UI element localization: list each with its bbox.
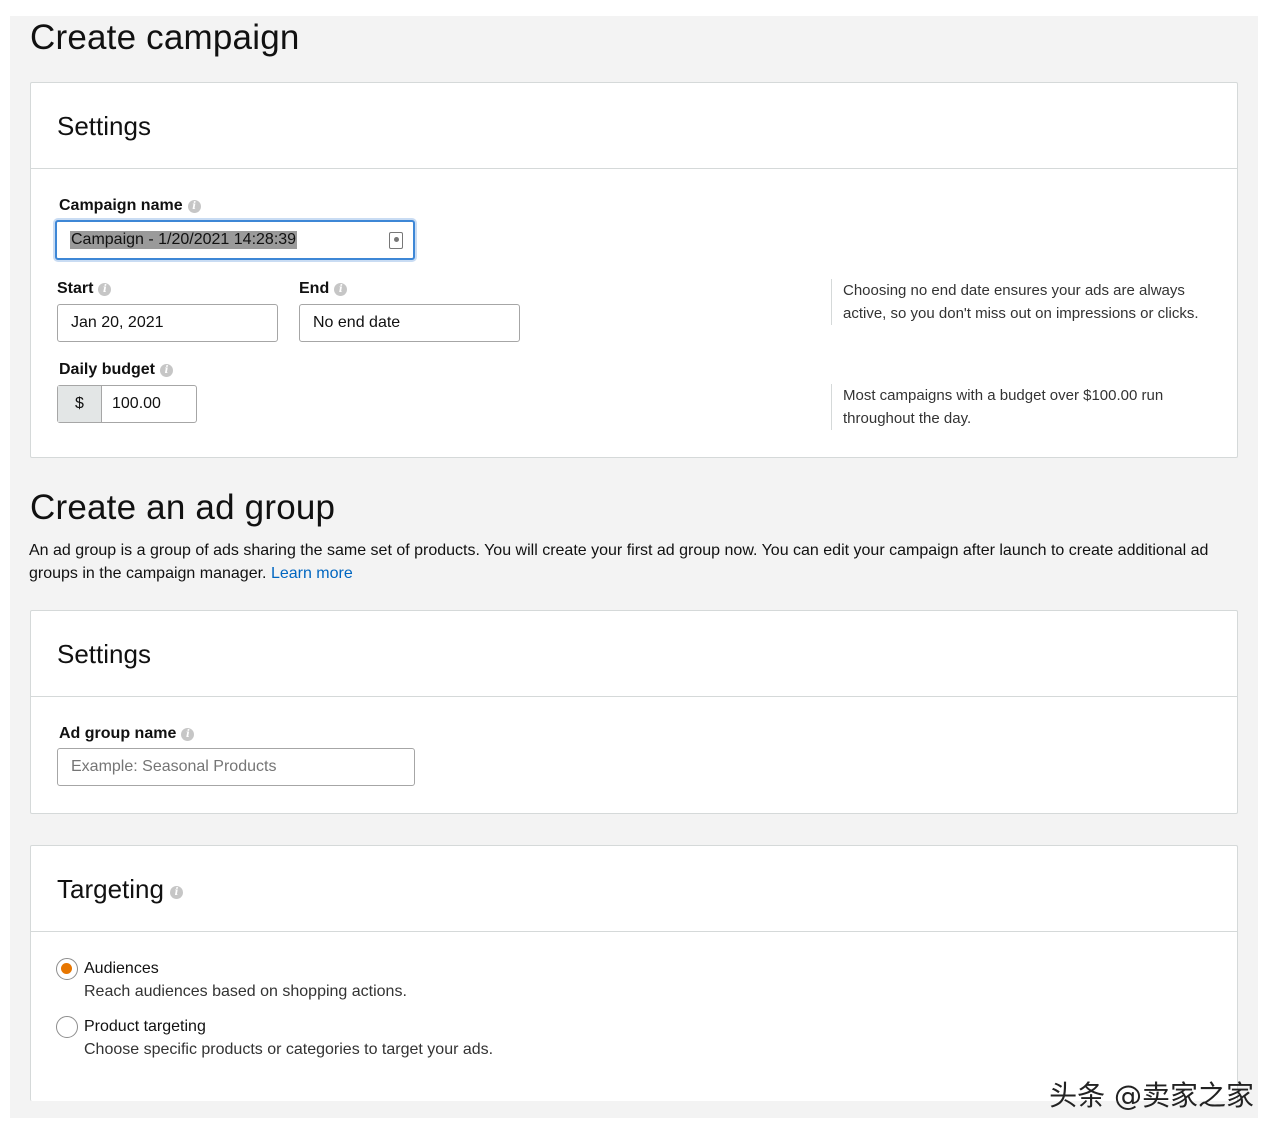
start-label-text: Start xyxy=(57,280,94,297)
audiences-radio[interactable] xyxy=(56,958,78,980)
info-icon[interactable]: i xyxy=(334,282,348,296)
card-header: Settings xyxy=(31,83,1237,169)
section-title: Settings xyxy=(57,639,151,669)
currency-prefix: $ xyxy=(58,386,102,422)
targeting-title-text: Targeting xyxy=(57,874,164,904)
ad-group-title: Create an ad group xyxy=(30,488,336,527)
info-icon[interactable]: i xyxy=(98,282,112,296)
daily-budget-value: 100.00 xyxy=(112,395,161,412)
contact-card-icon[interactable] xyxy=(389,232,403,249)
info-icon[interactable]: i xyxy=(187,199,201,213)
product-targeting-radio[interactable] xyxy=(56,1016,78,1038)
campaign-name-input[interactable]: Campaign - 1/20/2021 14:28:39 xyxy=(55,220,415,260)
campaign-settings-card: Settings Campaign name i Campaign - 1/20… xyxy=(30,82,1238,458)
end-date-input[interactable]: No end date xyxy=(299,304,520,342)
targeting-title: Targeting i xyxy=(57,874,183,905)
audiences-description: Reach audiences based on shopping action… xyxy=(84,983,407,1000)
start-date-value: Jan 20, 2021 xyxy=(71,314,164,331)
daily-budget-label-text: Daily budget xyxy=(59,361,156,378)
daily-budget-input[interactable]: $ 100.00 xyxy=(57,385,197,423)
product-targeting-description: Choose specific products or categories t… xyxy=(84,1041,494,1058)
section-title: Settings xyxy=(57,111,151,141)
page-title: Create campaign xyxy=(30,18,300,57)
card-header: Targeting i xyxy=(31,846,1237,932)
targeting-card: Targeting i Audiences Reach audiences ba… xyxy=(30,845,1238,1101)
info-icon[interactable]: i xyxy=(169,886,183,899)
product-targeting-label[interactable]: Product targeting xyxy=(84,1018,206,1036)
start-date-input[interactable]: Jan 20, 2021 xyxy=(57,304,278,342)
campaign-name-value: Campaign - 1/20/2021 14:28:39 xyxy=(70,231,298,249)
info-icon[interactable]: i xyxy=(160,363,174,377)
info-icon[interactable]: i xyxy=(181,727,195,741)
daily-budget-label: Daily budget i xyxy=(59,361,174,379)
learn-more-link[interactable]: Learn more xyxy=(271,565,353,582)
watermark: 头条 @卖家之家 xyxy=(1049,1079,1254,1112)
end-date-hint: Choosing no end date ensures your ads ar… xyxy=(831,279,1221,325)
end-label: End i xyxy=(299,280,348,298)
card-header: Settings xyxy=(31,611,1237,697)
budget-hint: Most campaigns with a budget over $100.0… xyxy=(831,384,1221,430)
ad-group-name-input[interactable] xyxy=(57,748,415,786)
ad-group-settings-card: Settings Ad group name i xyxy=(30,610,1238,814)
ad-group-description-text: An ad group is a group of ads sharing th… xyxy=(29,542,1209,582)
ad-group-name-label-text: Ad group name xyxy=(59,725,177,742)
page: Create campaign Settings Campaign name i… xyxy=(10,16,1258,1118)
ad-group-description: An ad group is a group of ads sharing th… xyxy=(29,539,1219,585)
end-label-text: End xyxy=(299,280,330,297)
start-label: Start i xyxy=(57,280,112,298)
campaign-name-label-text: Campaign name xyxy=(59,197,183,214)
campaign-name-label: Campaign name i xyxy=(59,197,201,215)
end-date-value: No end date xyxy=(313,314,401,331)
ad-group-name-label: Ad group name i xyxy=(59,725,195,743)
audiences-label[interactable]: Audiences xyxy=(84,960,159,978)
